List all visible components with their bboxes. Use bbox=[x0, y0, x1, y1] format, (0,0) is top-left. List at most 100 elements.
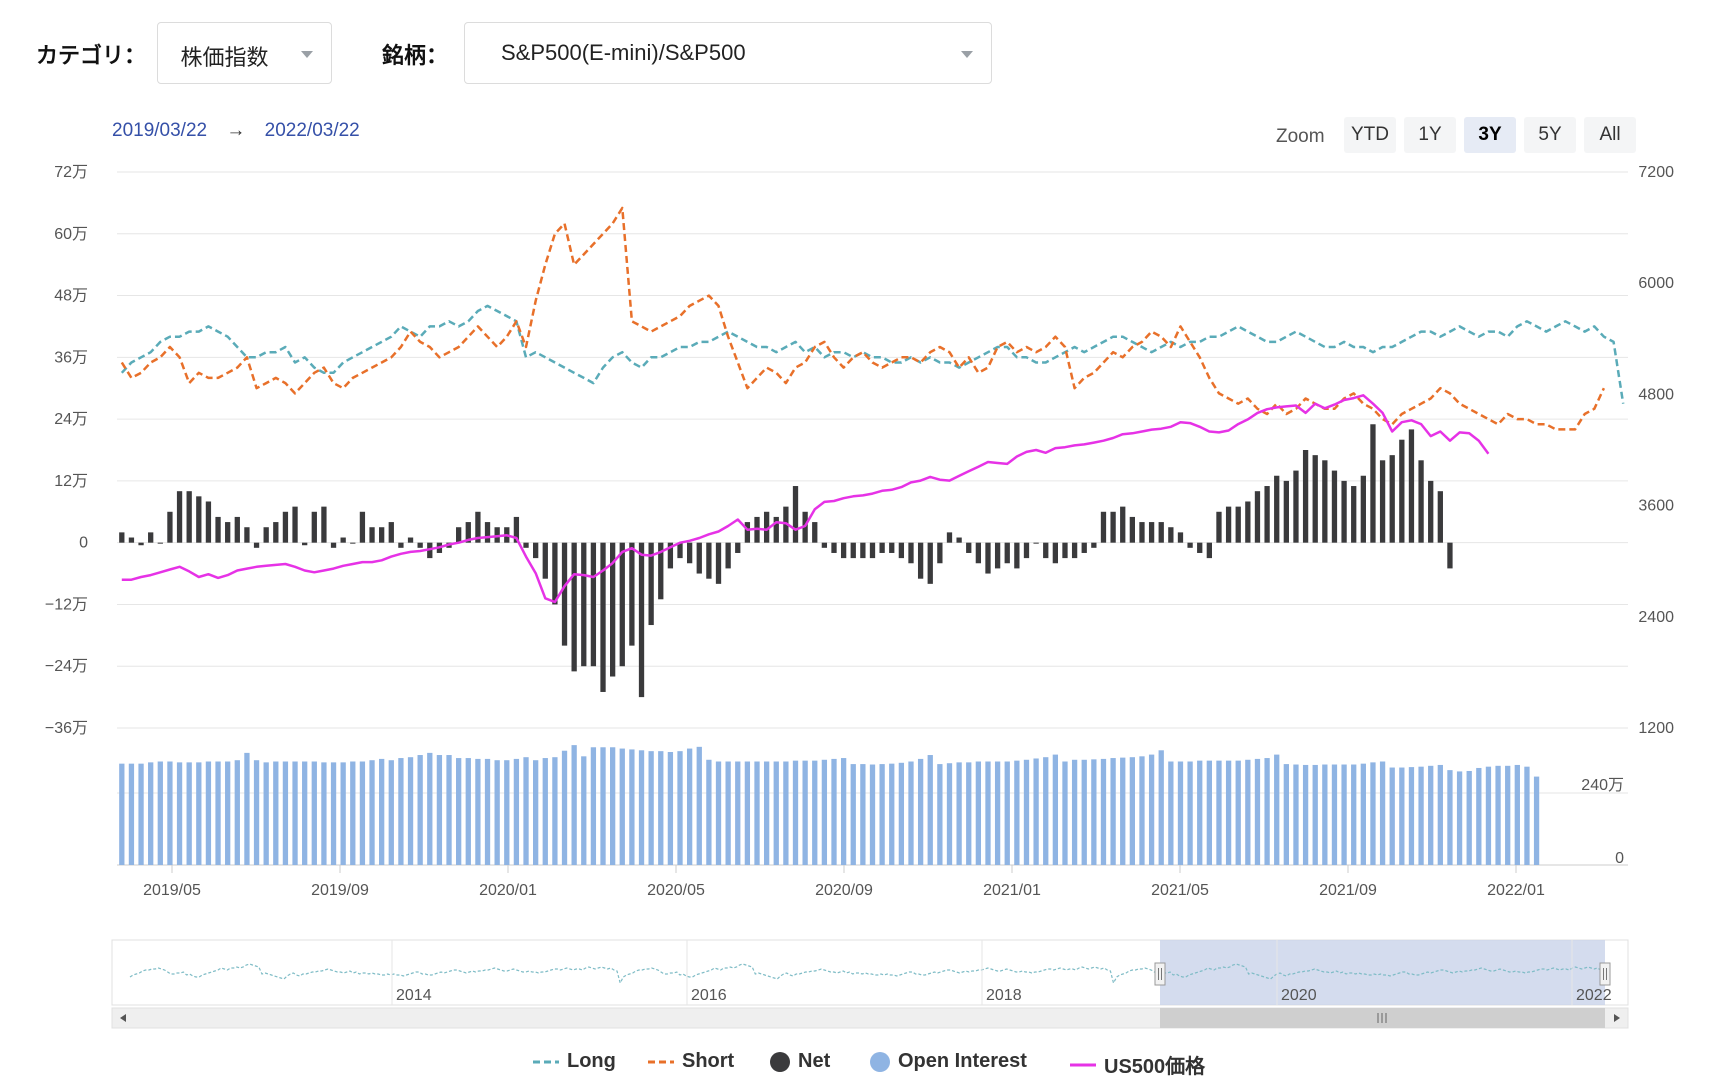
net-bar bbox=[311, 511, 317, 543]
left-axis-tick: −12万 bbox=[45, 596, 88, 613]
net-bar bbox=[263, 527, 269, 543]
oi-bar bbox=[475, 758, 481, 865]
navigator-left-handle[interactable] bbox=[1154, 962, 1166, 986]
net-bar bbox=[600, 542, 606, 692]
net-bar bbox=[1408, 429, 1415, 543]
net-bar bbox=[1283, 480, 1289, 543]
oi-bar bbox=[533, 760, 539, 865]
oi-bar bbox=[1014, 760, 1020, 865]
oi-bar bbox=[1264, 758, 1270, 865]
oi-bar bbox=[1023, 759, 1030, 865]
oi-bar bbox=[350, 761, 356, 865]
net-bar bbox=[1158, 522, 1164, 543]
oi-bar bbox=[619, 748, 625, 865]
net-bar bbox=[889, 542, 895, 553]
net-bar bbox=[292, 506, 298, 543]
net-bar bbox=[917, 542, 924, 579]
oi-bar bbox=[1100, 758, 1107, 865]
net-bar bbox=[196, 496, 202, 543]
net-bar bbox=[205, 501, 212, 543]
oi-bar bbox=[1081, 759, 1087, 865]
oi-bar bbox=[1052, 754, 1059, 865]
oi-bar bbox=[754, 761, 760, 865]
legend-open-interest[interactable]: Open Interest bbox=[870, 1050, 1027, 1080]
legend-long[interactable]: Long bbox=[533, 1050, 616, 1080]
cot-chart: 72万 60万 48万 36万 24万 12万 0 −12万 −24万 −36万 7200 6000 4… bbox=[45, 164, 1674, 1029]
net-bar bbox=[148, 532, 154, 543]
legend-net[interactable]: Net bbox=[770, 1050, 830, 1080]
long-series-line bbox=[120, 304, 1625, 404]
left-axis-tick: 0 bbox=[79, 535, 88, 552]
short-series-line bbox=[120, 206, 1606, 431]
net-bar bbox=[1168, 527, 1174, 543]
oi-bar bbox=[561, 750, 568, 865]
right-axis-tick: 6000 bbox=[1638, 275, 1674, 292]
navigator-tick: 2020 bbox=[1281, 987, 1317, 1004]
net-bar bbox=[1399, 439, 1405, 543]
oi-bar bbox=[581, 756, 587, 865]
oi-bar bbox=[725, 761, 731, 865]
net-bar bbox=[1139, 522, 1145, 543]
net-bar bbox=[302, 542, 308, 546]
legend-short-label: Short bbox=[682, 1050, 735, 1073]
net-bar bbox=[1341, 480, 1347, 543]
net-bar bbox=[1264, 486, 1270, 543]
oi-bar bbox=[571, 745, 577, 865]
oi-bar bbox=[157, 761, 163, 865]
left-axis-tick: −24万 bbox=[45, 658, 88, 675]
net-bar bbox=[869, 542, 876, 559]
net-bar bbox=[398, 542, 404, 548]
right-axis-tick: 1200 bbox=[1638, 720, 1674, 737]
oi-bar bbox=[196, 762, 202, 865]
net-bar bbox=[350, 542, 356, 544]
oi-bar bbox=[1062, 761, 1068, 865]
oi-bar bbox=[282, 761, 289, 865]
x-axis-tick: 2019/09 bbox=[311, 882, 369, 899]
oi-bar bbox=[119, 763, 125, 865]
oi-bar bbox=[484, 758, 491, 865]
oi-bar bbox=[1235, 760, 1241, 865]
oi-bar bbox=[369, 760, 375, 865]
oi-bar bbox=[167, 761, 173, 865]
net-bar bbox=[629, 542, 635, 646]
oi-bar bbox=[225, 761, 231, 865]
net-bar bbox=[1254, 491, 1261, 543]
net-bar bbox=[581, 542, 587, 667]
net-bar bbox=[1177, 532, 1184, 543]
oi-bar bbox=[966, 762, 972, 865]
oi-bar bbox=[1485, 766, 1492, 865]
oi-bar bbox=[417, 755, 423, 865]
oi-bar bbox=[802, 760, 808, 865]
oi-bar bbox=[398, 758, 404, 865]
oi-bar bbox=[1466, 770, 1472, 865]
net-bar bbox=[1052, 542, 1059, 564]
oi-bar bbox=[542, 758, 548, 865]
oi-bar bbox=[889, 763, 895, 865]
net-bar bbox=[1023, 542, 1030, 559]
legend-short[interactable]: Short bbox=[648, 1050, 734, 1080]
navigator-right-handle[interactable] bbox=[1599, 962, 1611, 986]
oi-bar bbox=[1206, 760, 1212, 865]
net-bar bbox=[359, 511, 366, 543]
net-bar bbox=[792, 486, 799, 543]
net-bar bbox=[1293, 470, 1299, 543]
net-bar bbox=[1331, 470, 1338, 543]
right-axis-tick: 3600 bbox=[1638, 498, 1674, 515]
oi-bar bbox=[677, 751, 683, 865]
oi-bar bbox=[773, 761, 779, 865]
oi-bar bbox=[840, 758, 847, 865]
oi-bar bbox=[379, 758, 385, 865]
net-bar bbox=[215, 516, 221, 543]
oi-bar bbox=[1197, 760, 1203, 865]
oi-bar bbox=[937, 764, 943, 865]
net-bar bbox=[1379, 460, 1386, 543]
navigator-tick: 2022 bbox=[1576, 987, 1612, 1004]
net-bar bbox=[234, 516, 240, 543]
right-axis-tick: 7200 bbox=[1638, 164, 1674, 181]
oi-bar bbox=[831, 758, 837, 865]
oi-bar bbox=[205, 761, 212, 865]
left-axis-tick: 36万 bbox=[54, 349, 88, 366]
legend-price[interactable]: US500価格 bbox=[1070, 1050, 1205, 1080]
oi-bar bbox=[1302, 764, 1309, 865]
oi-bar bbox=[783, 761, 789, 865]
